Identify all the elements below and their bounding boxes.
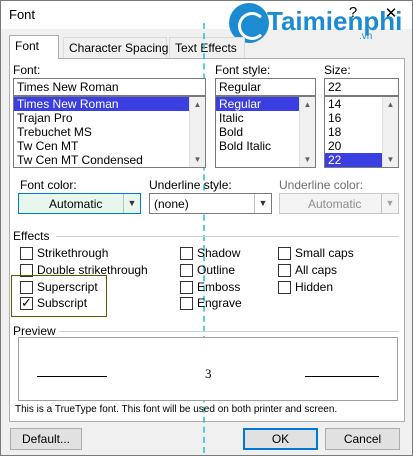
all-caps-checkbox[interactable] [278,264,291,277]
all-caps-label[interactable]: All caps [295,263,337,277]
underline-color-value: Automatic [308,197,362,211]
scroll-up-icon[interactable]: ▲ [190,97,205,112]
preview-label: Preview [13,324,56,338]
scroll-down-icon[interactable]: ▼ [383,152,398,167]
font-style-label: Font style: [215,63,271,77]
ok-button[interactable]: OK [243,428,318,450]
size-label: Size: [324,63,351,77]
shadow-label[interactable]: Shadow [197,246,240,260]
hidden-label[interactable]: Hidden [295,280,333,294]
effects-label: Effects [13,229,50,243]
underline-color-label: Underline color: [279,178,364,192]
effects-divider [56,236,399,237]
emboss-label[interactable]: Emboss [197,280,240,294]
font-list[interactable]: Times New Roman Trajan Pro Trebuchet MS … [13,96,206,168]
chevron-down-icon: ▼ [381,194,398,213]
engrave-label[interactable]: Engrave [197,296,242,310]
scroll-up-icon[interactable]: ▲ [300,97,315,112]
shadow-checkbox[interactable] [180,247,193,260]
font-label: Font: [13,63,41,77]
tab-text-effects[interactable]: Text Effects [169,37,245,58]
small-caps-label[interactable]: Small caps [295,246,354,260]
font-name-input[interactable]: Times New Roman [13,78,206,96]
chevron-down-icon[interactable]: ▼ [254,194,271,213]
outline-label[interactable]: Outline [197,263,235,277]
font-style-list[interactable]: Regular Italic Bold Bold Italic ▲ ▼ [215,96,316,168]
font-color-label: Font color: [20,178,77,192]
underline-color-dropdown: Automatic ▼ [279,193,399,214]
underline-style-value: (none) [154,197,189,211]
strikethrough-checkbox[interactable] [20,247,33,260]
small-caps-checkbox[interactable] [278,247,291,260]
font-color-dropdown[interactable]: Automatic ▼ [18,193,141,214]
preview-baseline-right [305,376,379,377]
size-list-scrollbar[interactable]: ▲ ▼ [382,97,398,167]
preview-baseline-left [37,376,107,377]
font-style-input[interactable]: Regular [215,78,316,96]
preview-sample-text: 3 [205,366,212,381]
chevron-down-icon[interactable]: ▼ [123,194,140,213]
dialog-title: Font [9,7,36,22]
font-dialog: Font ? ✕ Taimienphi .vn Font Character S… [0,0,413,456]
cancel-button[interactable]: Cancel [325,428,400,450]
font-color-value: Automatic [49,197,103,211]
list-item[interactable]: Tw Cen MT Condensed [14,153,205,167]
list-item[interactable]: Tw Cen MT [14,139,205,153]
font-list-scrollbar[interactable]: ▲ ▼ [189,97,205,167]
size-input[interactable]: 22 [324,78,399,96]
scroll-down-icon[interactable]: ▼ [300,152,315,167]
tab-font[interactable]: Font [9,35,59,59]
subscript-highlight-frame [11,275,107,317]
logo-domain: .vn [359,31,373,42]
scroll-up-icon[interactable]: ▲ [383,97,398,112]
preview-pane: 3 [18,337,398,401]
underline-style-dropdown[interactable]: (none) ▼ [149,193,272,214]
list-item[interactable]: Trebuchet MS [14,125,205,139]
font-style-scrollbar[interactable]: ▲ ▼ [299,97,315,167]
size-list[interactable]: 14 16 18 20 22 ▲ ▼ [324,96,399,168]
font-info-note: This is a TrueType font. This font will … [15,404,338,415]
scroll-down-icon[interactable]: ▼ [190,152,205,167]
emboss-checkbox[interactable] [180,281,193,294]
list-item[interactable]: Times New Roman [14,97,205,111]
underline-style-label: Underline style: [149,178,232,192]
preview-divider [59,331,399,332]
hidden-checkbox[interactable] [278,281,291,294]
list-item[interactable]: Trajan Pro [14,111,205,125]
strikethrough-label[interactable]: Strikethrough [37,246,108,260]
outline-checkbox[interactable] [180,264,193,277]
default-button[interactable]: Default... [10,428,82,450]
logo-text: Taimienphi [267,6,403,36]
tab-character-spacing[interactable]: Character Spacing [63,37,168,58]
engrave-checkbox[interactable] [180,297,193,310]
